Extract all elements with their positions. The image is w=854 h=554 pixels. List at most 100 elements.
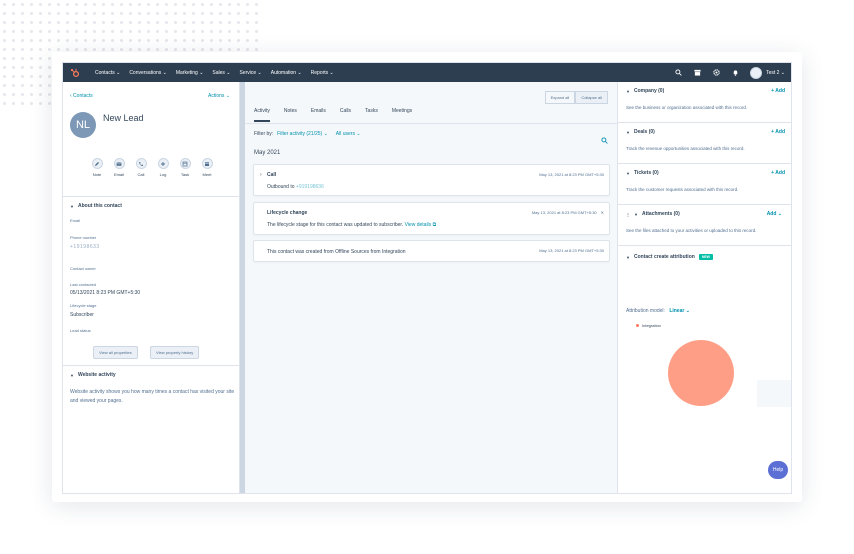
new-badge: NEW — [698, 254, 713, 260]
add-deal-button[interactable]: + Add — [771, 129, 785, 135]
phone-label: Phone number — [70, 235, 97, 240]
top-navigation-bar: Contacts ⌄ Conversations ⌄ Marketing ⌄ S… — [63, 63, 791, 82]
tab-calls[interactable]: Calls — [340, 108, 351, 122]
legend-label: Integration — [642, 323, 661, 328]
view-all-properties-button[interactable]: View all properties — [93, 346, 138, 359]
deals-description: Track the revenue opportunities associat… — [626, 146, 745, 151]
legend-dot — [636, 324, 639, 327]
back-to-contacts-link[interactable]: ‹ Contacts — [70, 93, 93, 99]
external-link-icon: ⧉ — [432, 222, 437, 228]
timeline-tabs: Activity Notes Emails Calls Tasks Meetin… — [254, 108, 412, 122]
nav-service[interactable]: Service ⌄ — [240, 70, 262, 76]
calendar-icon — [201, 158, 213, 169]
collapse-all-button[interactable]: Collapse all — [575, 91, 608, 104]
tab-notes[interactable]: Notes — [284, 108, 297, 122]
filter-activity-dropdown[interactable]: Filter activity (21/25) ⌄ — [277, 131, 328, 137]
hubspot-logo-icon[interactable] — [69, 67, 81, 79]
attribution-pie-chart[interactable] — [668, 340, 734, 406]
attribution-section-header[interactable]: ▼ Contact create attribution NEW — [626, 254, 713, 260]
drag-handle-icon[interactable]: ⋮ — [626, 212, 630, 217]
nav-automation[interactable]: Automation ⌄ — [271, 70, 302, 76]
bell-icon[interactable] — [731, 68, 740, 77]
note-action-button[interactable]: Note — [91, 158, 103, 177]
search-icon[interactable] — [601, 131, 608, 149]
last-contacted-value: 05/13/2021 8:23 PM GMT+5:30 — [70, 290, 141, 296]
contact-created-card[interactable]: This contact was created from Offline So… — [253, 240, 610, 262]
plus-icon — [157, 158, 169, 169]
phone-value[interactable]: +19198633 — [70, 244, 100, 250]
call-number-link[interactable]: +919198636 — [296, 184, 324, 190]
nav-marketing[interactable]: Marketing ⌄ — [176, 70, 204, 76]
contact-avatar[interactable]: NL — [70, 112, 96, 138]
call-activity-date: May 13, 2021 at 8:23 PM GMT+5:30 — [539, 172, 604, 177]
activity-timeline: Expand all Collapse all Activity Notes E… — [245, 82, 618, 493]
nav-sales[interactable]: Sales ⌄ — [212, 70, 230, 76]
nav-conversations[interactable]: Conversations ⌄ — [129, 70, 167, 76]
hubspot-contact-record: Contacts ⌄ Conversations ⌄ Marketing ⌄ S… — [62, 62, 792, 494]
lead-status-label: Lead status — [70, 328, 91, 333]
all-users-dropdown[interactable]: All users ⌄ — [336, 131, 361, 137]
chevron-down-icon: ▼ — [70, 372, 74, 378]
email-action-button[interactable]: Email — [113, 158, 125, 177]
marketplace-icon[interactable] — [693, 68, 702, 77]
filter-label: Filter by: — [254, 131, 274, 137]
about-contact-section-header[interactable]: ▼ About this contact — [63, 196, 239, 215]
task-action-button[interactable]: Task — [179, 158, 191, 177]
account-menu[interactable]: Test 2 ⌄ — [750, 66, 785, 79]
tickets-section-header[interactable]: ▼ Tickets (0) — [626, 170, 659, 176]
add-ticket-button[interactable]: + Add — [771, 170, 785, 176]
meet-action-button[interactable]: Meet — [201, 158, 213, 177]
actions-dropdown[interactable]: Actions ⌄ — [208, 93, 230, 99]
lifecycle-change-card[interactable]: Lifecycle change May 13, 2021 at 8:23 PM… — [253, 202, 610, 235]
company-title: Company (0) — [633, 88, 665, 94]
tab-meetings[interactable]: Meetings — [392, 108, 412, 122]
attribution-model-dropdown[interactable]: Linear ⌄ — [669, 308, 690, 314]
lifecycle-stage-value[interactable]: Subscriber — [70, 312, 94, 318]
created-date-text: May 13, 2021 at 8:23 PM GMT+5:30 — [539, 248, 604, 253]
deals-section-header[interactable]: ▼ Deals (0) — [626, 129, 655, 135]
log-action-button[interactable]: Log — [157, 158, 169, 177]
attachments-section: ⋮ ▼ Attachments (0) Add ⌄ See the files at… — [618, 204, 791, 245]
expand-all-button[interactable]: Expand all — [544, 91, 576, 104]
call-date-text: May 13, 2021 at 8:23 PM GMT+5:30 — [539, 172, 604, 177]
add-attachment-dropdown[interactable]: Add ⌄ — [767, 211, 782, 217]
tab-tasks[interactable]: Tasks — [365, 108, 378, 122]
lifecycle-date-text: May 13, 2021 at 8:23 PM GMT+5:30 — [531, 210, 597, 215]
gear-icon[interactable] — [712, 68, 721, 77]
lifecycle-change-title: Lifecycle change — [267, 210, 308, 216]
chevron-down-icon: ▼ — [626, 254, 630, 260]
help-button[interactable]: Help — [768, 461, 788, 479]
user-avatar — [750, 66, 763, 79]
expand-collapse-group: Expand all Collapse all — [544, 91, 608, 104]
tickets-section: ▼ Tickets (0) + Add Track the customer re… — [618, 163, 791, 204]
nav-reports[interactable]: Reports ⌄ — [311, 70, 334, 76]
phone-icon — [135, 158, 147, 169]
add-company-button[interactable]: + Add — [771, 88, 785, 94]
view-details-link[interactable]: View details — [405, 222, 432, 228]
tab-emails[interactable]: Emails — [311, 108, 326, 122]
close-icon[interactable]: ✕ — [601, 210, 604, 215]
chevron-down-icon: ▼ — [626, 170, 630, 176]
lifecycle-change-date: May 13, 2021 at 8:23 PM GMT+5:30 ✕ — [532, 210, 604, 215]
view-property-history-button[interactable]: View property history — [150, 346, 200, 359]
nav-contacts[interactable]: Contacts ⌄ — [95, 70, 120, 76]
company-description: See the business or organization associa… — [626, 105, 748, 110]
call-activity-card[interactable]: › Call May 13, 2021 at 8:23 PM GMT+5:30 … — [253, 164, 610, 196]
tab-activity[interactable]: Activity — [254, 108, 270, 122]
attribution-model-row: Attribution model: Linear ⌄ — [626, 308, 690, 314]
website-activity-section-header[interactable]: ▼ Website activity — [63, 365, 239, 384]
note-action-label: Note — [92, 172, 102, 177]
attachments-description: See the files attached to your activitie… — [626, 228, 757, 233]
lifecycle-change-body: The lifecycle stage for this contact was… — [267, 222, 436, 228]
timeline-month-heading: May 2021 — [254, 150, 281, 156]
lifecycle-stage-label: Lifecycle stage — [70, 303, 97, 308]
chevron-right-icon[interactable]: › — [260, 172, 262, 178]
search-icon[interactable] — [674, 68, 683, 77]
call-action-button[interactable]: Call — [135, 158, 147, 177]
attachments-section-header[interactable]: ⋮ ▼ Attachments (0) — [626, 211, 680, 217]
website-activity-title: Website activity — [77, 372, 116, 378]
email-icon — [113, 158, 125, 169]
call-body-text: Outbound to — [267, 184, 295, 190]
company-section-header[interactable]: ▼ Company (0) — [626, 88, 664, 94]
contact-sidebar: ‹ Contacts Actions ⌄ NL New Lead Note Em… — [63, 82, 240, 493]
